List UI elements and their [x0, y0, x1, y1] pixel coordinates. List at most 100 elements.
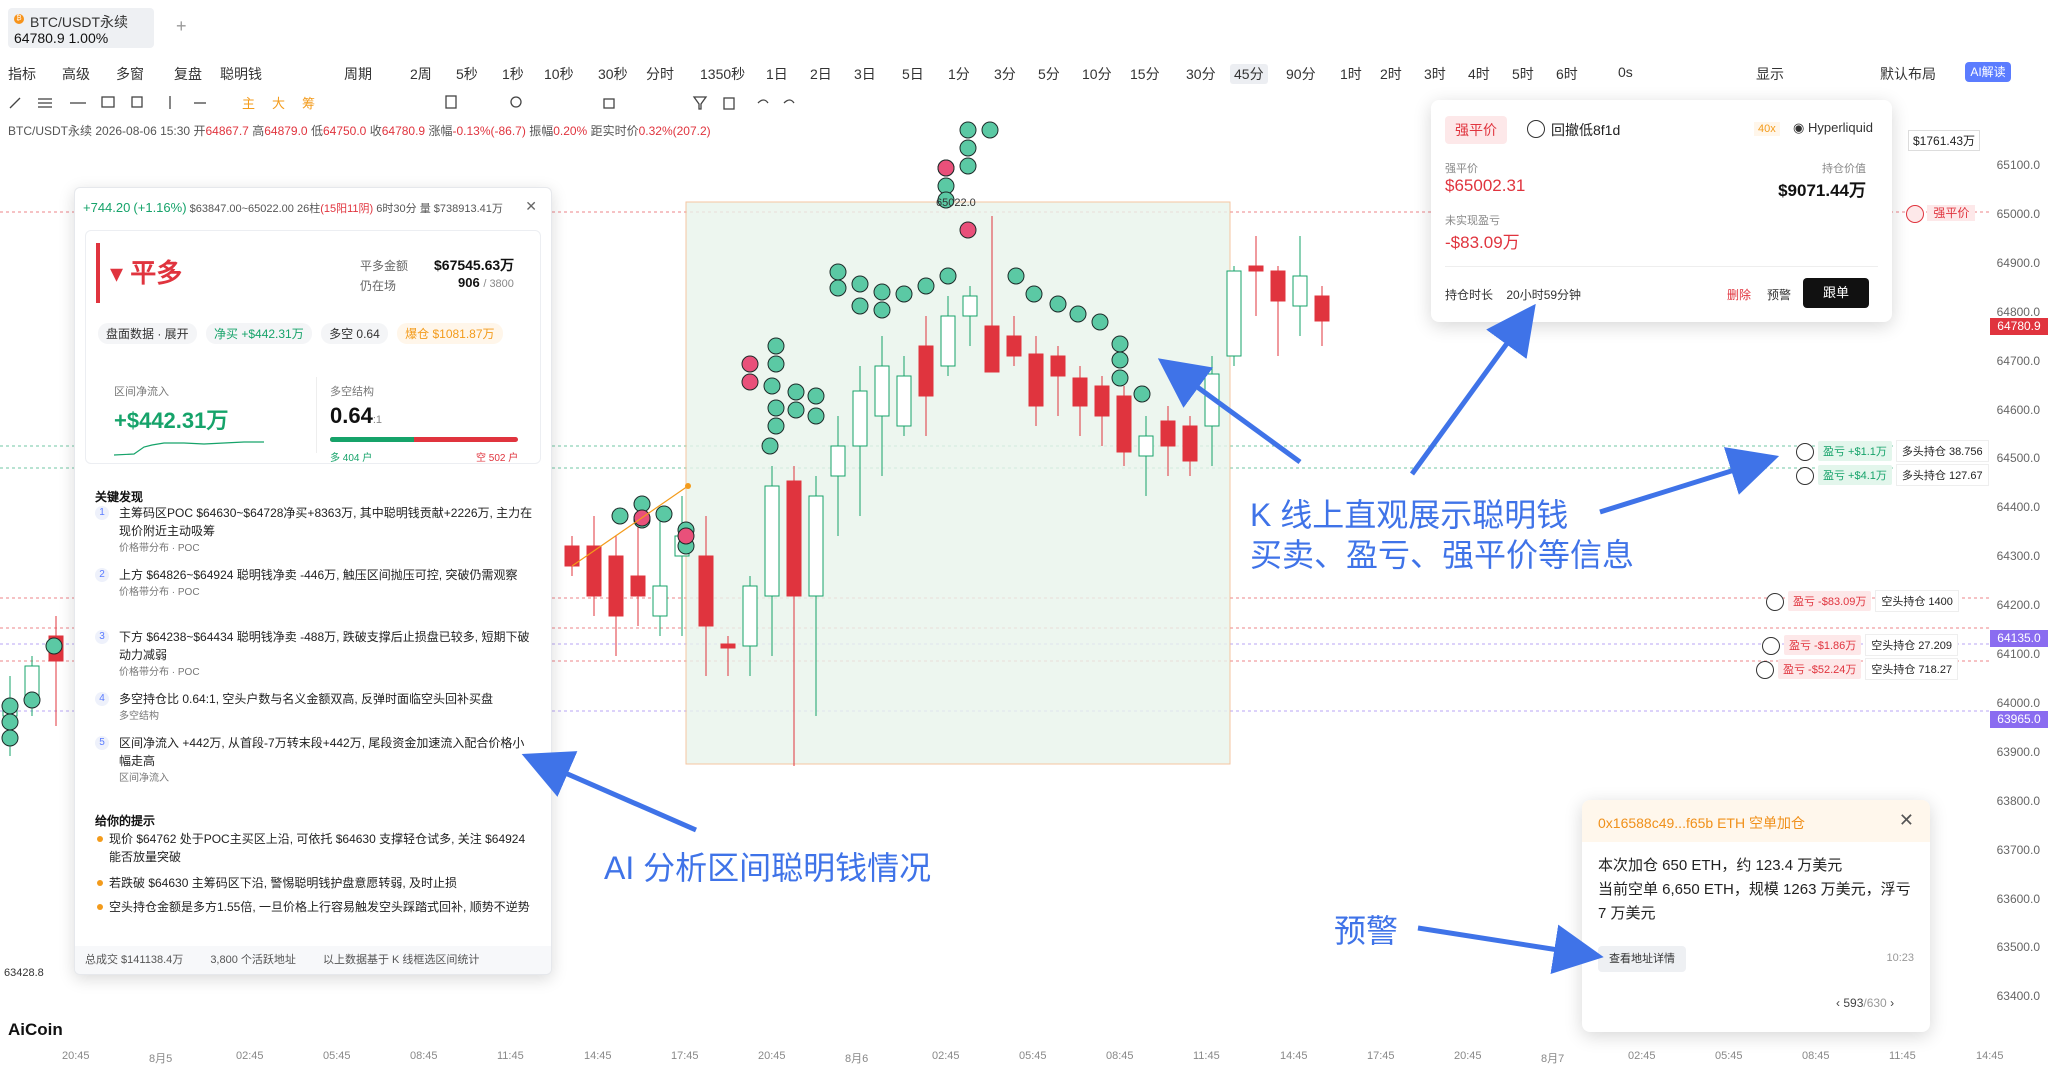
close-icon[interactable]: ✕ [1899, 810, 1914, 831]
toolbar-item[interactable]: 分时 [646, 64, 674, 84]
layout-menu[interactable]: 默认布局 [1880, 64, 1936, 84]
position-size: 空头持仓 27.209 [1865, 634, 1958, 656]
toolbar-item[interactable]: 3时 [1424, 64, 1446, 84]
trader-avatar-icon [1762, 637, 1780, 656]
finding-item: 5 区间净流入 +442万, 从首段-7万转末段+442万, 尾段资金加速流入配合… [95, 734, 535, 788]
liq-price: $65002.31 [1445, 176, 1526, 195]
toolbar-item[interactable]: 3日 [854, 64, 876, 84]
toolbar-item[interactable]: 5日 [902, 64, 924, 84]
trader-name[interactable]: 回撤低8f1d [1551, 120, 1620, 140]
tab-title: BTC/USDT永续 [30, 14, 128, 30]
close-icon[interactable]: ✕ [525, 198, 537, 215]
toolbar-item[interactable]: 10分 [1082, 64, 1112, 84]
trader-avatar-icon [1, 713, 19, 731]
price-tick: 63400.0 [1996, 989, 2040, 1004]
toolbar-item[interactable]: 1分 [948, 64, 970, 84]
finding-item: 1 主筹码区POC $64630~$64728净买+8363万, 其中聪明钱贡献+… [95, 504, 535, 558]
trader-avatar-icon [611, 507, 629, 525]
position-label[interactable]: 盈亏 -$83.09万 空头持仓 1400 [1766, 590, 1959, 612]
time-tick: 8月7 [1541, 1053, 1565, 1065]
filter-icon [692, 96, 708, 110]
toolbar-item[interactable]: 1时 [1340, 64, 1362, 84]
candle-body [1028, 353, 1044, 407]
ai-interpret-button[interactable]: AI解读 [1965, 62, 2011, 82]
toolbar-item[interactable]: 2日 [810, 64, 832, 84]
toolbar-item[interactable]: 1350秒 [700, 64, 745, 84]
alert-card: 0x16588c49...f65b ETH 空单加仓 ✕ 本次加仓 650 ET… [1582, 800, 1930, 1032]
trendline-icon [9, 97, 21, 109]
finding-item: 2 上方 $64826~$64924 聪明钱净卖 -446万, 触压区间抛压可控,… [95, 566, 535, 602]
trader-avatar-icon [851, 275, 869, 293]
address-detail-button[interactable]: 查看地址详情 [1598, 946, 1686, 972]
zoom-icon [510, 96, 522, 108]
time-tick: 02:45 [932, 1050, 960, 1062]
toolbar-item[interactable]: 5时 [1512, 64, 1534, 84]
toolbar-item[interactable]: 6时 [1556, 64, 1578, 84]
trader-avatar-icon [1111, 369, 1129, 387]
toolbar-item[interactable]: 45分 [1230, 64, 1268, 84]
trader-avatar-icon [895, 285, 913, 303]
position-label[interactable]: 盈亏 +$4.1万 多头持仓 127.67 [1796, 464, 1989, 486]
position-label[interactable]: 盈亏 -$52.24万 空头持仓 718.27 [1756, 658, 1959, 680]
alert-title: 0x16588c49...f65b ETH 空单加仓 [1598, 815, 1805, 831]
time-tick: 17:45 [671, 1050, 699, 1062]
rect-icon [101, 96, 115, 108]
candle-body [1006, 335, 1022, 357]
alert-pager[interactable]: ‹ 593/630 › [1836, 996, 1894, 1010]
toolbar-item[interactable]: 2时 [1380, 64, 1402, 84]
position-label[interactable]: 盈亏 +$1.1万 多头持仓 38.756 [1796, 440, 1989, 462]
trader-avatar-icon [1111, 335, 1129, 353]
warn-button[interactable]: 预警 [1767, 286, 1791, 303]
candle-body [1182, 425, 1198, 462]
toolbar-item[interactable]: 2周 [410, 64, 432, 84]
tip-item: 若跌破 $64630 主筹码区下沿, 警惕聪明钱护盘意愿转弱, 及时止损 [95, 874, 535, 892]
toolbar-item[interactable]: 30分 [1186, 64, 1216, 84]
candle-body [1116, 395, 1132, 453]
time-tick: 05:45 [1019, 1050, 1047, 1062]
toolbar-item[interactable]: 复盘 [174, 64, 202, 84]
trader-avatar-icon [1756, 661, 1774, 680]
follow-button[interactable]: 跟单 [1803, 278, 1869, 308]
delete-button[interactable]: 删除 [1727, 286, 1751, 303]
toolbar-item[interactable]: 3分 [994, 64, 1016, 84]
trader-avatar-icon [1, 729, 19, 747]
trader-avatar-icon [937, 159, 955, 177]
toolbar-item[interactable]: 高级 [62, 64, 90, 84]
toolbar-item[interactable]: 30秒 [598, 64, 628, 84]
toolbar-item[interactable]: 指标 [8, 64, 36, 84]
toolbar-item[interactable]: 90分 [1286, 64, 1316, 84]
toolbar-item[interactable]: 1秒 [502, 64, 524, 84]
display-menu[interactable]: 显示 [1756, 64, 1784, 84]
candle-body [720, 643, 736, 649]
toolbar-item[interactable]: 周期 [344, 64, 372, 84]
tab-btcusdt[interactable]: ₿ BTC/USDT永续 64780.9 1.00% [8, 8, 154, 48]
position-label[interactable]: 盈亏 -$1.86万 空头持仓 27.209 [1762, 634, 1958, 656]
price-tick: 63600.0 [1996, 891, 2040, 906]
toolbar-item[interactable]: 15分 [1130, 64, 1160, 84]
toolbar-item[interactable]: 5秒 [456, 64, 478, 84]
tips-title: 给你的提示 [95, 814, 156, 828]
trader-avatar-icon [655, 505, 673, 523]
toolbar-item[interactable]: 0s [1618, 64, 1633, 80]
trader-avatar-icon [959, 121, 977, 139]
tab-bar: ₿ BTC/USDT永续 64780.9 1.00% + [0, 0, 2048, 56]
trader-avatar-icon [851, 297, 869, 315]
candle-body [874, 365, 890, 417]
disk-data-toggle[interactable]: 盘面数据 · 展开 [98, 323, 197, 344]
toolbar-item[interactable]: 10秒 [544, 64, 574, 84]
toolbar-item[interactable]: 5分 [1038, 64, 1060, 84]
toolbar-item[interactable]: 4时 [1468, 64, 1490, 84]
liq-badge: 强平价 [1445, 116, 1507, 144]
toolbar-item[interactable]: 多窗 [116, 64, 144, 84]
add-tab-icon[interactable]: + [176, 16, 187, 37]
trader-avatar-icon [959, 221, 977, 239]
panel-footer: 总成交 $141138.4万 3,800 个活跃地址 以上数据基于 K 线框选区… [75, 946, 551, 974]
undo-icon [757, 99, 769, 104]
high-price-label: 65022.0 [936, 197, 976, 209]
annotation-warn: 预警 [1334, 913, 1399, 949]
liquidation-marker[interactable]: 强平价 [1906, 204, 1976, 223]
tip-item: 现价 $64762 处于POC主买区上沿, 可依托 $64630 支撑轻仓试多,… [95, 830, 535, 866]
time-tick: 14:45 [1280, 1050, 1308, 1062]
toolbar-item[interactable]: 1日 [766, 64, 788, 84]
toolbar-item[interactable]: 聪明钱 [220, 64, 262, 84]
